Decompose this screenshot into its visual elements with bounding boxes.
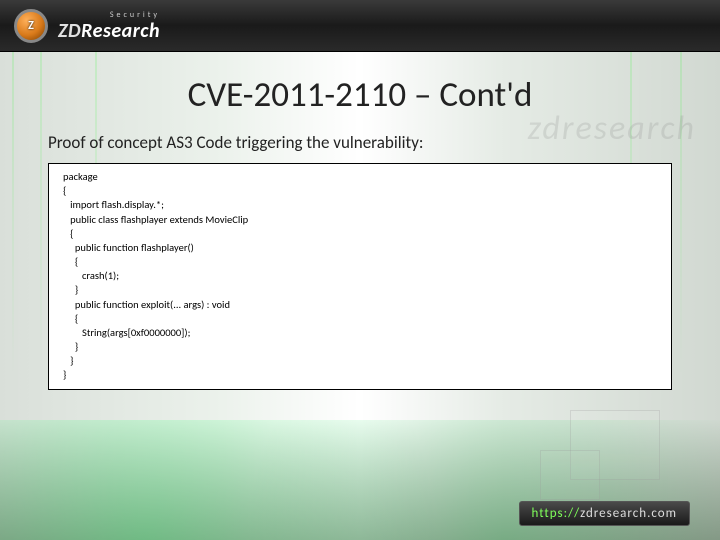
logo-text: Security ZDResearch [58,11,160,41]
logo-prefix: ZD [58,19,81,43]
slide-content: CVE-2011-2110 – Cont'd Proof of concept … [0,52,720,390]
slide-title: CVE-2011-2110 – Cont'd [48,74,672,116]
logo-name: ZDResearch [58,21,160,41]
logo: Z Security ZDResearch [14,9,160,43]
header-bar: Z Security ZDResearch [0,0,720,52]
logo-badge-icon: Z [14,9,48,43]
logo-suffix: Research [81,19,160,43]
footer-url-chip: https://zdresearch.com [519,501,690,526]
logo-tagline: Security [58,11,160,19]
slide-subtitle: Proof of concept AS3 Code triggering the… [48,132,672,153]
url-scheme: https:// [532,506,581,521]
code-block: package { import flash.display.*; public… [48,163,672,390]
decor-square [570,410,660,480]
url-host: zdresearch.com [580,506,677,521]
decor-square [540,450,600,500]
